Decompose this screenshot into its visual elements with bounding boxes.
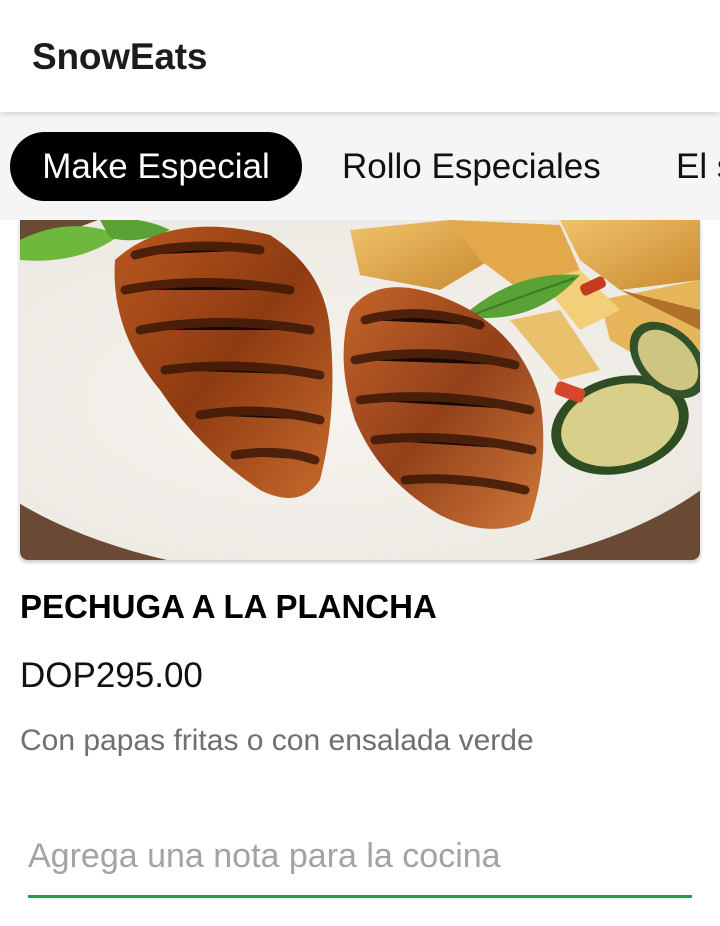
- tab-make-especial[interactable]: Make Especial: [10, 132, 302, 201]
- category-tabs[interactable]: Make Especial Rollo Especiales El s: [0, 114, 720, 220]
- grilled-chicken-photo-icon: [20, 220, 700, 560]
- product-price: DOP295.00: [20, 656, 203, 695]
- product-description: Con papas fritas o con ensalada verde: [20, 724, 534, 757]
- tab-el-s[interactable]: El s: [646, 132, 720, 201]
- tab-rollo-especiales[interactable]: Rollo Especiales: [312, 132, 631, 201]
- app-bar: SnowEats: [0, 0, 720, 112]
- product-image: [20, 220, 700, 560]
- app-title: SnowEats: [32, 36, 208, 77]
- product-name: PECHUGA A LA PLANCHA: [20, 588, 437, 625]
- kitchen-note-input[interactable]: [28, 818, 692, 898]
